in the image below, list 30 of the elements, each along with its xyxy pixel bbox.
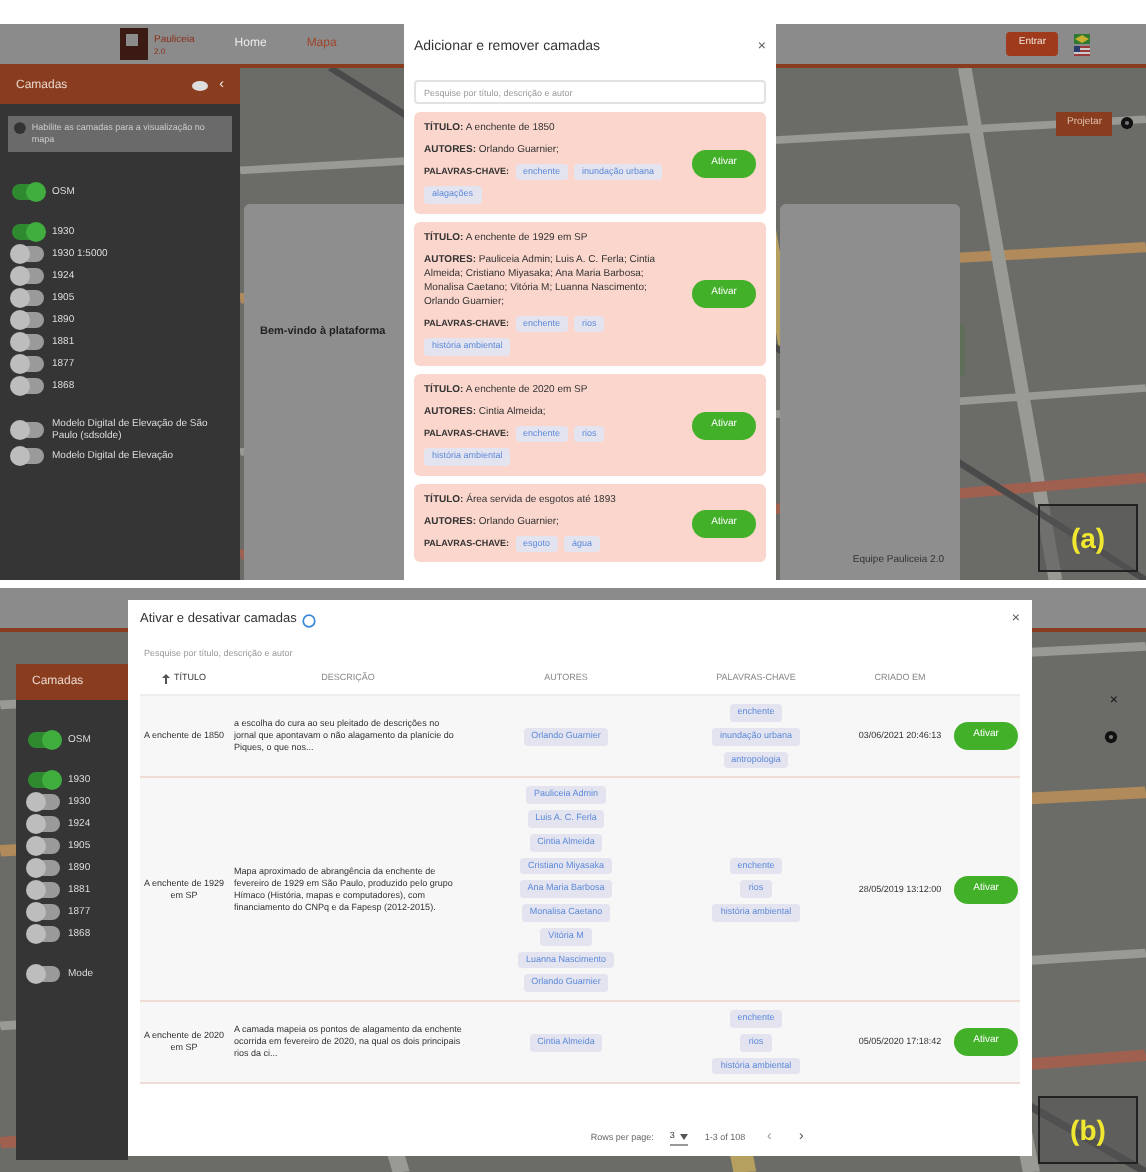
- toggle-switch[interactable]: [12, 378, 44, 394]
- toggle-switch[interactable]: [28, 860, 60, 876]
- toggle-switch[interactable]: [12, 268, 44, 284]
- toggle-switch[interactable]: [28, 882, 60, 898]
- toggle-switch[interactable]: [28, 904, 60, 920]
- settings-icon[interactable]: [1104, 729, 1118, 743]
- toggle-switch[interactable]: [12, 290, 44, 306]
- toggle-switch[interactable]: [12, 334, 44, 350]
- caret-icon: [680, 1134, 689, 1140]
- toggle-switch[interactable]: [12, 224, 44, 240]
- info-icon: [14, 122, 26, 134]
- toggle-switch[interactable]: [12, 184, 44, 200]
- panel-label: (a): [1038, 504, 1138, 572]
- toggle-switch[interactable]: [28, 966, 60, 982]
- toggle-switch[interactable]: [28, 772, 60, 788]
- toggle-switch[interactable]: [12, 422, 44, 438]
- toggle-switch[interactable]: [28, 794, 60, 810]
- toggle-switch[interactable]: [28, 816, 60, 832]
- settings-icon[interactable]: [1120, 116, 1134, 131]
- toggle-switch[interactable]: [12, 246, 44, 262]
- toggle-switch[interactable]: [28, 838, 60, 854]
- toggle-switch[interactable]: [12, 448, 44, 464]
- toggle-switch[interactable]: [28, 926, 60, 942]
- help-icon[interactable]: [302, 613, 317, 627]
- eye-icon[interactable]: [191, 80, 208, 92]
- panel-label: (b): [1038, 1096, 1138, 1164]
- toggle-switch[interactable]: [12, 356, 44, 372]
- toggle-switch[interactable]: [12, 312, 44, 328]
- toggle-switch[interactable]: [28, 732, 60, 748]
- us-flag-icon[interactable]: [1074, 45, 1090, 55]
